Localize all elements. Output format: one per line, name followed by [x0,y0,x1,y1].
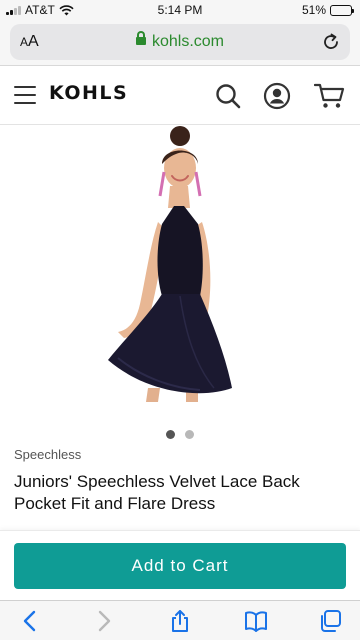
kohls-logo[interactable]: KOHLS [49,82,128,104]
menu-icon[interactable] [14,86,36,104]
image-pagination [0,430,360,439]
battery-icon [330,4,354,16]
back-icon[interactable] [18,609,42,633]
lock-icon [135,30,146,45]
battery-percent: 51% [301,3,326,17]
share-icon[interactable] [168,609,192,633]
browser-address-area: AA kohls.com [0,20,360,66]
image-dot[interactable] [185,430,194,439]
product-brand[interactable]: Speechless [14,447,81,462]
tabs-icon[interactable] [318,609,342,633]
address-bar[interactable]: AA kohls.com [10,24,350,60]
product-image[interactable] [0,126,360,422]
add-to-cart-button[interactable]: Add to Cart [14,543,346,589]
cart-icon[interactable] [314,82,346,110]
bookmarks-icon[interactable] [244,609,268,633]
image-dot[interactable] [166,430,175,439]
dress-model-illustration [108,126,232,402]
site-header: KOHLS [0,67,360,125]
status-right: 51% [301,3,354,17]
url-text: kohls.com [151,33,225,50]
url-display[interactable]: kohls.com [10,30,350,51]
status-bar: AT&T 5:14 PM 51% [0,0,360,20]
add-to-cart-bar: Add to Cart [0,530,360,600]
search-icon[interactable] [214,82,242,110]
account-icon[interactable] [263,82,291,110]
forward-icon[interactable] [92,609,116,633]
reload-icon[interactable] [320,31,342,53]
product-title: Juniors' Speechless Velvet Lace Back Poc… [14,472,300,513]
browser-toolbar [0,600,360,640]
